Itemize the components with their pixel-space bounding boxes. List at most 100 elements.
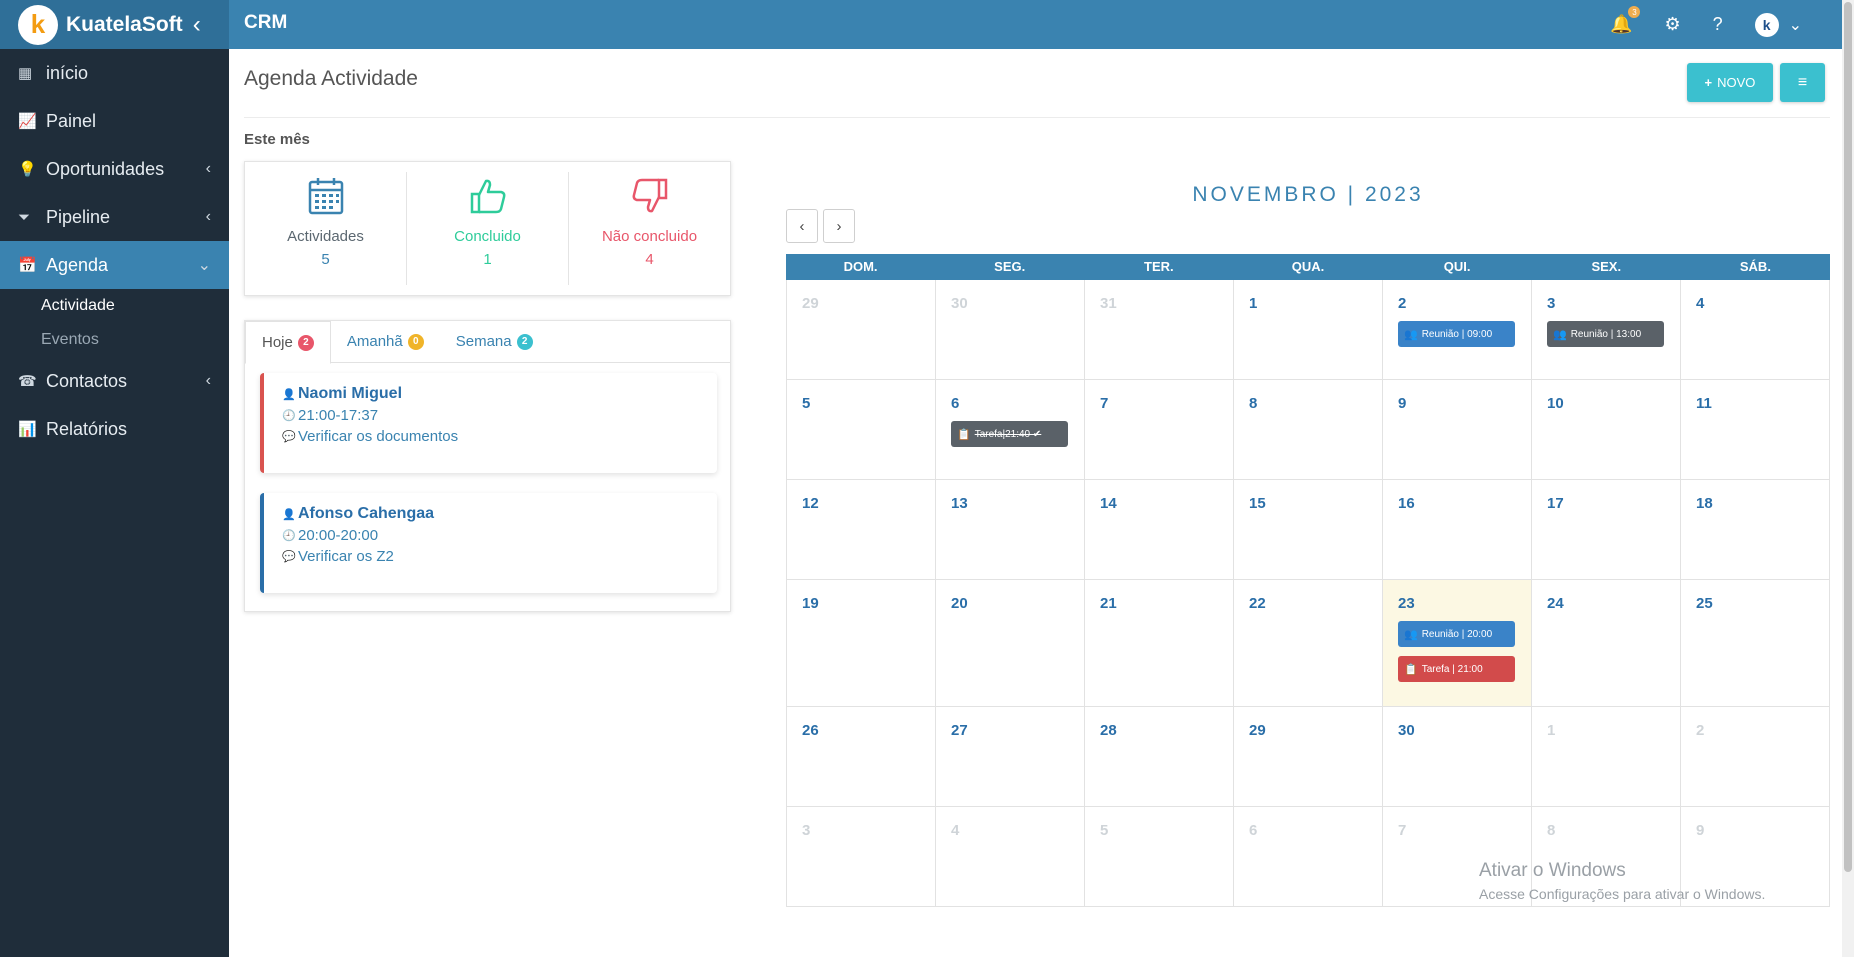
calendar-day-cell[interactable]: 21 bbox=[1085, 580, 1234, 707]
sidebar-item-painel[interactable]: 📈 Painel bbox=[0, 97, 229, 145]
task-time: 20:00-20:00 bbox=[298, 527, 379, 544]
tab-amanha[interactable]: Amanhã 0 bbox=[331, 321, 440, 362]
calendar-day-cell[interactable]: 18 bbox=[1681, 480, 1830, 580]
calendar-day-cell[interactable]: 31 bbox=[1085, 280, 1234, 380]
calendar-week-row: 5 6 📋 Tarefa|21:40 ✔ 7 8 9 10 11 bbox=[786, 380, 1830, 480]
calendar-day-cell[interactable]: 7 bbox=[1085, 380, 1234, 480]
avatar: k bbox=[1754, 12, 1779, 37]
task-desc: Verificar os documentos bbox=[298, 428, 459, 445]
calendar-day-cell[interactable]: 16 bbox=[1383, 480, 1532, 580]
sidebar-subitem-actividade[interactable]: Actividade bbox=[0, 289, 229, 323]
calendar-day-cell[interactable]: 19 bbox=[787, 580, 936, 707]
brand[interactable]: k KuatelaSoft ‹ bbox=[0, 0, 229, 49]
calendar-event[interactable]: 👥 Reunião | 13:00 bbox=[1547, 321, 1664, 347]
day-number: 2 bbox=[1696, 722, 1705, 739]
sidebar-subitem-eventos[interactable]: Eventos bbox=[0, 323, 229, 357]
calendar-day-cell[interactable]: 30 bbox=[936, 280, 1085, 380]
day-number: 11 bbox=[1696, 395, 1712, 412]
sidebar-item-agenda[interactable]: 📅 Agenda ⌄ bbox=[0, 241, 229, 289]
calendar-day-cell[interactable]: 6 📋 Tarefa|21:40 ✔ bbox=[936, 380, 1085, 480]
sidebar-item-label: Painel bbox=[46, 110, 97, 131]
calendar-day-cell[interactable]: 17 bbox=[1532, 480, 1681, 580]
calendar-day-cell[interactable]: 13 bbox=[936, 480, 1085, 580]
user-menu[interactable]: k ⌄ bbox=[1754, 12, 1802, 37]
day-number: 20 bbox=[951, 595, 968, 612]
count-badge: 2 bbox=[516, 333, 533, 350]
event-label: Tarefa|21:40 ✔ bbox=[974, 428, 1042, 440]
stats-card: Actividades 5 Concluido 1 Não concluido … bbox=[244, 161, 731, 296]
calendar-day-cell[interactable]: 27 bbox=[936, 707, 1085, 807]
calendar-day-cell[interactable]: 1 bbox=[1234, 280, 1383, 380]
calendar-day-cell[interactable]: 9 bbox=[1383, 380, 1532, 480]
calendar-day-cell[interactable]: 15 bbox=[1234, 480, 1383, 580]
calendar-day-cell[interactable]: 29 bbox=[1234, 707, 1383, 807]
stat-label: Actividades bbox=[287, 228, 364, 245]
next-month-button[interactable]: › bbox=[823, 209, 855, 243]
task-card[interactable]: 👤 Afonso Cahengaa 🕘 20:00-20:00 💬 Verificar… bbox=[260, 493, 717, 593]
chevron-left-icon: ‹ bbox=[205, 208, 211, 225]
sidebar-item-relatorios[interactable]: 📊 Relatórios bbox=[0, 405, 229, 453]
day-number: 1 bbox=[1547, 722, 1556, 739]
app-title: CRM bbox=[244, 12, 288, 33]
calendar-day-cell[interactable]: 4 bbox=[936, 807, 1085, 907]
tab-hoje[interactable]: Hoje 2 bbox=[245, 321, 331, 364]
stat-label: Não concluido bbox=[601, 228, 698, 245]
calendar-day-cell[interactable]: 5 bbox=[787, 380, 936, 480]
calendar-day-cell[interactable]: 2 bbox=[1681, 707, 1830, 807]
calendar-day-cell[interactable]: 23 👥 Reunião | 20:00 📋 Tarefa | 21:00 bbox=[1383, 580, 1532, 707]
calendar-day-cell[interactable]: 30 bbox=[1383, 707, 1532, 807]
divider bbox=[244, 117, 1830, 118]
sidebar-item-label: Relatórios bbox=[46, 418, 128, 439]
calendar-day-cell[interactable]: 3 👥 Reunião | 13:00 bbox=[1532, 280, 1681, 380]
calendar-day-cell[interactable]: 5 bbox=[1085, 807, 1234, 907]
calendar-day-cell[interactable]: 28 bbox=[1085, 707, 1234, 807]
day-number: 7 bbox=[1100, 395, 1109, 412]
new-button[interactable]: + NOVO bbox=[1687, 63, 1773, 102]
prev-month-button[interactable]: ‹ bbox=[786, 209, 818, 243]
calendar-day-cell[interactable]: 8 bbox=[1234, 380, 1383, 480]
tab-semana[interactable]: Semana 2 bbox=[440, 321, 549, 362]
scrollbar-thumb[interactable] bbox=[1844, 2, 1852, 872]
calendar-day-cell[interactable]: 25 bbox=[1681, 580, 1830, 707]
bell-icon[interactable]: 🔔 3 bbox=[1610, 6, 1641, 35]
scrollbar[interactable] bbox=[1842, 0, 1854, 957]
day-number: 4 bbox=[951, 822, 960, 839]
calendar-day-cell[interactable]: 10 bbox=[1532, 380, 1681, 480]
sidebar-item-inicio[interactable]: ▦ início bbox=[0, 49, 229, 97]
calendar-event[interactable]: 👥 Reunião | 20:00 bbox=[1398, 621, 1515, 647]
meeting-icon: 👥 bbox=[1404, 628, 1418, 641]
clock-icon: 🕘 bbox=[282, 410, 296, 422]
calendar-day-cell[interactable]: 29 bbox=[787, 280, 936, 380]
calendar-title: NOVEMBRO | 2023 bbox=[1192, 183, 1424, 206]
collapse-sidebar-icon[interactable]: ‹ bbox=[193, 11, 201, 39]
calendar-event[interactable]: 📋 Tarefa|21:40 ✔ bbox=[951, 421, 1068, 447]
day-number: 8 bbox=[1249, 395, 1258, 412]
calendar-day-cell[interactable]: 2 👥 Reunião | 09:00 bbox=[1383, 280, 1532, 380]
calendar-day-cell[interactable]: 26 bbox=[787, 707, 936, 807]
event-label: Reunião | 13:00 bbox=[1570, 328, 1642, 340]
stat-value: 1 bbox=[483, 251, 492, 268]
task-card[interactable]: 👤 Naomi Miguel 🕘 21:00-17:37 💬 Verificar os… bbox=[260, 373, 717, 473]
count-badge: 0 bbox=[407, 333, 424, 350]
calendar-day-cell[interactable]: 22 bbox=[1234, 580, 1383, 707]
calendar-day-cell[interactable]: 6 bbox=[1234, 807, 1383, 907]
sidebar-item-oportunidades[interactable]: 💡 Oportunidades ‹ bbox=[0, 145, 229, 193]
sidebar-item-pipeline[interactable]: ⏷ Pipeline ‹ bbox=[0, 193, 229, 241]
calendar-day-cell[interactable]: 1 bbox=[1532, 707, 1681, 807]
sidebar-item-contactos[interactable]: ☎ Contactos ‹ bbox=[0, 357, 229, 405]
day-number: 25 bbox=[1696, 595, 1713, 612]
calendar-event[interactable]: 👥 Reunião | 09:00 bbox=[1398, 321, 1515, 347]
calendar-day-cell[interactable]: 24 bbox=[1532, 580, 1681, 707]
help-icon[interactable]: ? bbox=[1713, 14, 1723, 35]
calendar-day-cell[interactable]: 12 bbox=[787, 480, 936, 580]
gear-icon[interactable]: ⚙ bbox=[1664, 14, 1680, 35]
calendar-day-cell[interactable]: 14 bbox=[1085, 480, 1234, 580]
calendar-day-cell[interactable]: 11 bbox=[1681, 380, 1830, 480]
user-icon: 👤 bbox=[282, 388, 296, 401]
weekday-label: SEX. bbox=[1591, 259, 1622, 274]
calendar-day-cell[interactable]: 20 bbox=[936, 580, 1085, 707]
calendar-day-cell[interactable]: 4 bbox=[1681, 280, 1830, 380]
calendar-day-cell[interactable]: 3 bbox=[787, 807, 936, 907]
menu-button[interactable]: ≡ bbox=[1780, 63, 1825, 102]
calendar-event[interactable]: 📋 Tarefa | 21:00 bbox=[1398, 656, 1515, 682]
